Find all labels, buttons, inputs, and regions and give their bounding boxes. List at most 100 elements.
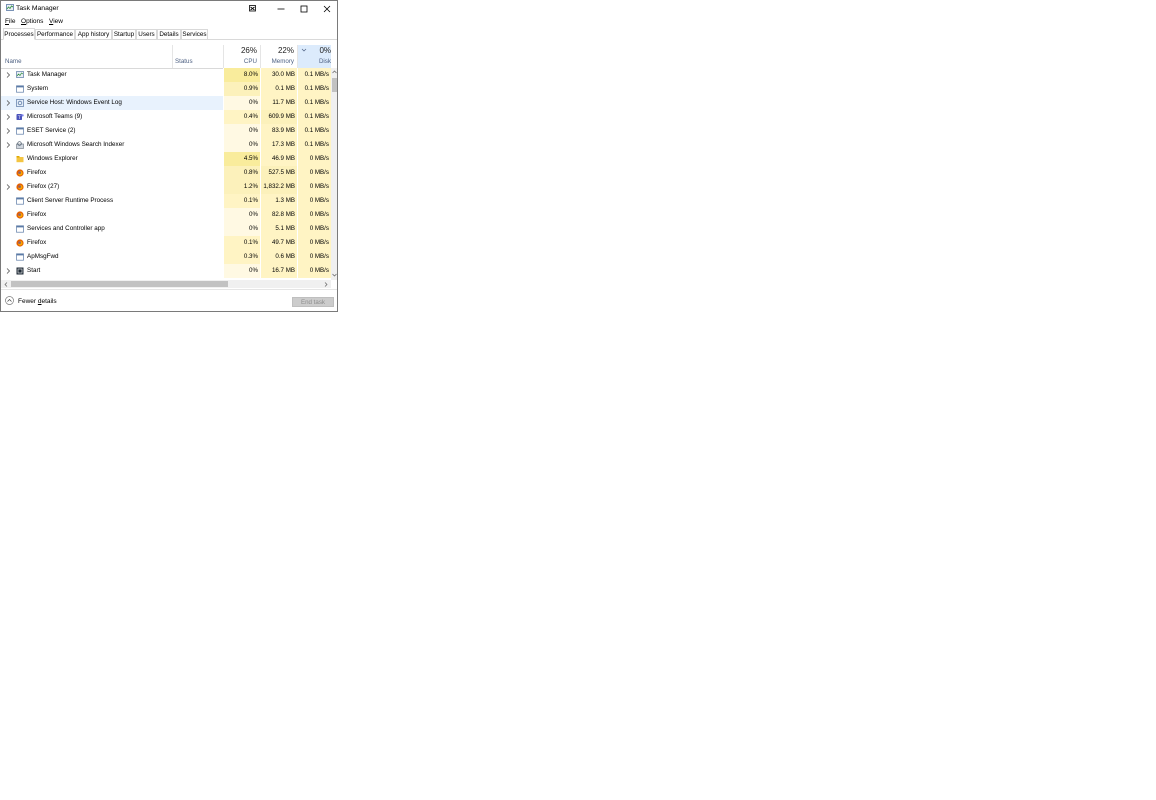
svg-text:T: T — [17, 115, 21, 121]
restore-compact-button[interactable] — [242, 1, 264, 16]
horizontal-scroll-thumb[interactable] — [11, 281, 228, 287]
vertical-scrollbar[interactable] — [331, 68, 337, 280]
process-row[interactable]: Firefox (27) 1.2% 1,832.2 MB 0 MB/s — [1, 180, 331, 194]
header-cpu-percent[interactable]: 26% — [223, 46, 257, 55]
process-row[interactable]: ApMsgFwd 0.3% 0.6 MB 0 MB/s — [1, 250, 331, 264]
process-row[interactable]: Client Server Runtime Process 0.1% 1.3 MB 0… — [1, 194, 331, 208]
process-name: Firefox (27) — [27, 183, 60, 190]
horizontal-scrollbar[interactable] — [1, 280, 331, 288]
scroll-left-icon[interactable] — [4, 282, 8, 287]
scroll-right-icon[interactable] — [324, 282, 328, 287]
memory-cell: 49.7 MB — [260, 236, 297, 250]
expand-chevron-icon[interactable] — [5, 127, 11, 135]
expand-chevron-icon[interactable] — [5, 71, 11, 79]
disk-cell: 0.1 MB/s — [297, 110, 331, 124]
expand-chevron-icon[interactable] — [5, 141, 11, 149]
close-button[interactable] — [316, 1, 337, 16]
scroll-down-icon[interactable] — [332, 273, 337, 277]
tab-details[interactable]: Details — [157, 29, 181, 39]
firefox-icon — [16, 183, 24, 191]
header-memory-percent[interactable]: 22% — [260, 46, 294, 55]
process-name: Services and Controller app — [27, 225, 105, 232]
end-task-button[interactable]: End task — [292, 297, 334, 307]
cpu-cell: 0% — [223, 138, 260, 152]
maximize-button[interactable] — [293, 1, 315, 16]
cpu-cell: 1.2% — [223, 180, 260, 194]
menu-view[interactable]: View — [49, 18, 63, 25]
header-cpu[interactable]: CPU — [223, 58, 257, 65]
window-process-icon — [16, 253, 24, 261]
process-row[interactable]: Firefox 0.1% 49.7 MB 0 MB/s — [1, 236, 331, 250]
start-icon — [16, 267, 24, 275]
process-name: System — [27, 85, 48, 92]
tab-performance[interactable]: Performance — [35, 29, 75, 39]
tab-startup[interactable]: Startup — [112, 29, 136, 39]
disk-cell: 0.1 MB/s — [297, 82, 331, 96]
window-process-icon — [16, 85, 24, 93]
vertical-scroll-thumb[interactable] — [332, 78, 337, 92]
process-name: ApMsgFwd — [27, 253, 59, 260]
header-disk-percent[interactable]: 0% — [297, 46, 331, 55]
disk-cell: 0.1 MB/s — [297, 124, 331, 138]
header-memory[interactable]: Memory — [260, 58, 294, 65]
process-name: Windows Explorer — [27, 155, 78, 162]
process-row[interactable]: Task Manager 8.0% 30.0 MB 0.1 MB/s — [1, 68, 331, 82]
process-row[interactable]: Service Host: Windows Event Log 0% 11.7 MB… — [1, 96, 331, 110]
cpu-cell: 0% — [223, 264, 260, 278]
tab-processes[interactable]: Processes — [3, 28, 35, 40]
teams-icon: T — [16, 114, 24, 121]
cpu-cell: 0% — [223, 96, 260, 110]
disk-cell: 0 MB/s — [297, 166, 331, 180]
process-row[interactable]: Microsoft Windows Search Indexer 0% 17.3 M… — [1, 138, 331, 152]
firefox-icon — [16, 239, 24, 247]
header-status[interactable]: Status — [175, 58, 193, 65]
fewer-details-link[interactable]: Fewer details — [18, 298, 57, 305]
header-disk[interactable]: Disk — [297, 58, 331, 65]
menu-file[interactable]: File — [5, 18, 16, 25]
scroll-up-icon[interactable] — [332, 70, 337, 74]
tab-users[interactable]: Users — [136, 29, 157, 39]
process-row[interactable]: Start 0% 16.7 MB 0 MB/s — [1, 264, 331, 278]
cpu-cell: 4.5% — [223, 152, 260, 166]
cpu-cell: 0.9% — [223, 82, 260, 96]
process-row[interactable]: Firefox 0% 82.8 MB 0 MB/s — [1, 208, 331, 222]
maximize-icon — [300, 5, 308, 12]
minimize-icon — [277, 8, 285, 9]
search-indexer-icon — [16, 141, 24, 149]
process-name: Client Server Runtime Process — [27, 197, 114, 204]
memory-cell: 11.7 MB — [260, 96, 297, 110]
title-bar[interactable]: Task Manager — [1, 1, 337, 16]
cpu-cell: 0.1% — [223, 236, 260, 250]
expand-chevron-icon[interactable] — [5, 183, 11, 191]
firefox-icon — [16, 211, 24, 219]
minimize-button[interactable] — [270, 1, 292, 16]
tab-app-history[interactable]: App history — [75, 29, 112, 39]
process-row[interactable]: Windows Explorer 4.5% 46.9 MB 0 MB/s — [1, 152, 331, 166]
process-row[interactable]: ESET Service (2) 0% 83.9 MB 0.1 MB/s — [1, 124, 331, 138]
window-process-icon — [16, 225, 24, 233]
process-row[interactable]: Services and Controller app 0% 5.1 MB 0 MB/… — [1, 222, 331, 236]
process-name: Microsoft Windows Search Indexer — [27, 141, 125, 148]
disk-cell: 0 MB/s — [297, 208, 331, 222]
tab-bar: Processes Performance App history Startu… — [1, 28, 337, 40]
compact-view-icon — [249, 5, 256, 12]
header-name[interactable]: Name — [5, 58, 22, 65]
menu-bar: File Options View — [1, 16, 337, 27]
memory-cell: 16.7 MB — [260, 264, 297, 278]
process-row[interactable]: Firefox 0.8% 527.5 MB 0 MB/s — [1, 166, 331, 180]
expand-chevron-icon[interactable] — [5, 267, 11, 275]
expand-chevron-icon[interactable] — [5, 113, 11, 121]
disk-cell: 0.1 MB/s — [297, 96, 331, 110]
column-divider[interactable] — [172, 45, 173, 68]
process-row[interactable]: T Microsoft Teams (9) 0.4% 609.9 MB 0.1 MB/s — [1, 110, 331, 124]
tab-services[interactable]: Services — [181, 29, 208, 39]
disk-cell: 0 MB/s — [297, 180, 331, 194]
expand-chevron-icon[interactable] — [5, 99, 11, 107]
disk-cell: 0 MB/s — [297, 250, 331, 264]
menu-options[interactable]: Options — [21, 18, 43, 25]
process-name: Start — [27, 267, 41, 274]
cpu-cell: 0.4% — [223, 110, 260, 124]
collapse-chevron-up-icon[interactable] — [5, 296, 14, 305]
explorer-icon — [16, 156, 24, 163]
process-row[interactable]: System 0.9% 0.1 MB 0.1 MB/s — [1, 82, 331, 96]
